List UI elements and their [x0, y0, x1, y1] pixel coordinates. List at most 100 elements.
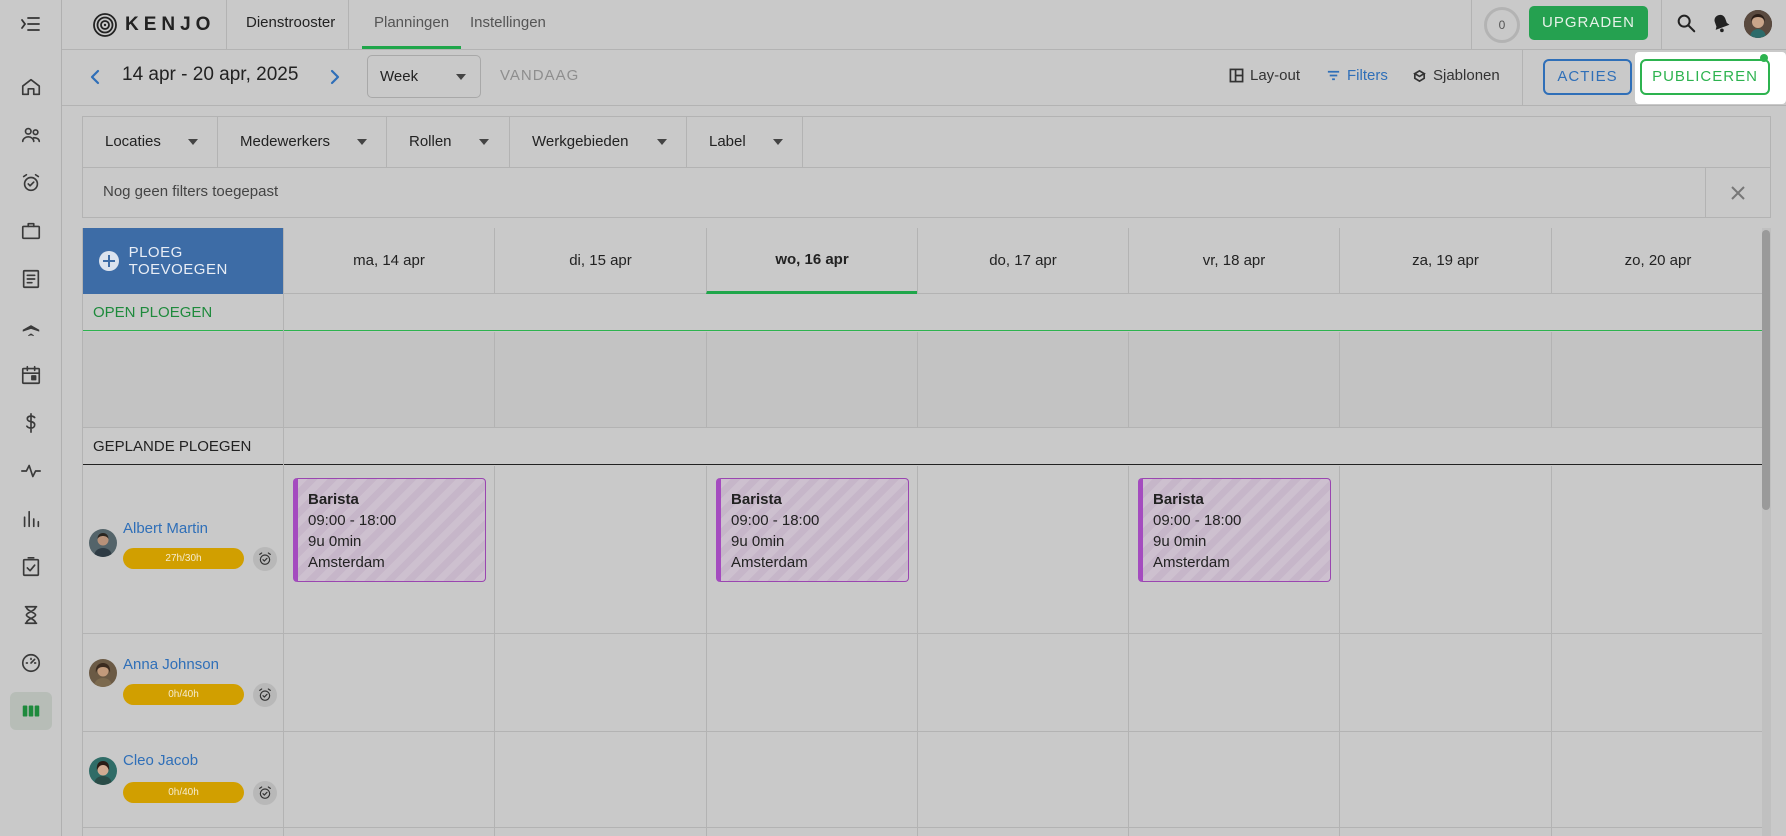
briefcase-icon[interactable]: [10, 212, 52, 250]
header-divider: [226, 0, 227, 50]
filter-bar: Locaties Medewerkers Rollen Werkgebieden…: [82, 116, 1771, 168]
bar-chart-icon[interactable]: [10, 500, 52, 538]
alarm-clock-icon[interactable]: [253, 781, 277, 805]
checklist-icon[interactable]: [10, 548, 52, 586]
header-divider: [1661, 0, 1662, 50]
shift-card[interactable]: Barista 09:00 - 18:00 9u 0min Amsterdam: [293, 478, 486, 582]
chevron-down-icon: [479, 139, 489, 145]
filter-label: Label: [709, 133, 746, 150]
chevron-down-icon: [657, 139, 667, 145]
shift-location: Amsterdam: [308, 554, 385, 571]
filter-label: Locaties: [105, 133, 161, 150]
today-button[interactable]: VANDAAG: [500, 67, 579, 84]
filter-roles[interactable]: Rollen: [387, 117, 510, 167]
search-icon[interactable]: [1675, 12, 1699, 36]
planned-shifts-section: GEPLANDE PLOEGEN: [83, 428, 1764, 465]
bell-icon[interactable]: [1710, 12, 1734, 36]
day-header[interactable]: vr, 18 apr: [1128, 228, 1339, 294]
employee-name[interactable]: Anna Johnson: [123, 656, 219, 673]
day-header-today[interactable]: wo, 16 apr: [706, 228, 917, 294]
home-icon[interactable]: [10, 68, 52, 106]
filter-label: Werkgebieden: [532, 133, 629, 150]
layout-icon: [1229, 68, 1244, 83]
chevron-down-icon: [188, 139, 198, 145]
filter-locations[interactable]: Locaties: [83, 117, 218, 167]
alarm-clock-icon[interactable]: [10, 164, 52, 202]
employee-row: Anna Johnson 0h/40h: [83, 634, 1764, 732]
toolbar-divider: [1522, 50, 1523, 106]
document-icon[interactable]: [10, 260, 52, 298]
templates-icon: [1413, 69, 1426, 83]
filter-work-areas[interactable]: Werkgebieden: [510, 117, 687, 167]
tab-planningen[interactable]: Planningen: [362, 0, 462, 49]
day-header[interactable]: di, 15 apr: [494, 228, 706, 294]
shift-role: Barista: [1153, 491, 1204, 508]
dollar-icon[interactable]: [10, 404, 52, 442]
templates-button[interactable]: Sjablonen: [1412, 67, 1500, 84]
templates-label: Sjablonen: [1433, 67, 1500, 84]
avatar[interactable]: [89, 529, 117, 557]
avatar[interactable]: [89, 757, 117, 785]
next-week-button[interactable]: [324, 67, 344, 87]
app-title: Dienstrooster: [246, 14, 336, 31]
avatar[interactable]: [89, 659, 117, 687]
shift-location: Amsterdam: [1153, 554, 1230, 571]
left-sidebar: [0, 0, 62, 836]
day-header[interactable]: za, 19 apr: [1339, 228, 1551, 294]
filter-label: Medewerkers: [240, 133, 331, 150]
calendar-icon[interactable]: [10, 356, 52, 394]
clear-filters-button[interactable]: [1705, 168, 1770, 217]
chevron-down-icon: [773, 139, 783, 145]
shift-time: 09:00 - 18:00: [731, 512, 820, 529]
employee-name[interactable]: Albert Martin: [123, 520, 208, 537]
kenjo-logo[interactable]: KENJO: [92, 12, 215, 38]
previous-week-button[interactable]: [86, 67, 106, 87]
open-shifts-row[interactable]: [83, 332, 1764, 428]
open-shifts-section: OPEN PLOEGEN: [83, 294, 1764, 331]
filter-icon: [1327, 70, 1340, 81]
day-header[interactable]: do, 17 apr: [917, 228, 1128, 294]
view-select-value: Week: [380, 68, 419, 85]
view-select[interactable]: Week: [367, 55, 481, 98]
shift-card[interactable]: Barista 09:00 - 18:00 9u 0min Amsterdam: [716, 478, 909, 582]
airplane-icon[interactable]: [10, 308, 52, 346]
layout-button[interactable]: Lay-out: [1229, 67, 1300, 84]
notification-counter[interactable]: 0: [1484, 7, 1520, 43]
hourglass-icon[interactable]: [10, 596, 52, 634]
day-header[interactable]: ma, 14 apr: [283, 228, 494, 294]
shift-time: 09:00 - 18:00: [308, 512, 397, 529]
employee-name[interactable]: Cleo Jacob: [123, 752, 198, 769]
add-team-button[interactable]: PLOEG TOEVOEGEN: [83, 228, 283, 294]
upgrade-button[interactable]: UPGRADEN: [1529, 6, 1648, 40]
employee-row: Cleo Jacob 0h/40h: [83, 732, 1764, 828]
filter-label-dropdown[interactable]: Label: [687, 117, 803, 167]
publish-highlight: PUBLICEREN: [1635, 52, 1786, 104]
plus-icon: [99, 251, 119, 271]
pulse-icon[interactable]: [10, 452, 52, 490]
people-icon[interactable]: [10, 116, 52, 154]
filter-employees[interactable]: Medewerkers: [218, 117, 387, 167]
alarm-clock-icon[interactable]: [253, 683, 277, 707]
hours-badge: 27h/30h: [123, 548, 244, 569]
header-divider: [348, 0, 349, 50]
column-divider: [706, 332, 707, 428]
header-divider: [1471, 0, 1472, 50]
sidebar-toggle-icon[interactable]: [19, 12, 43, 36]
speedometer-icon[interactable]: [10, 644, 52, 682]
chevron-down-icon: [456, 74, 466, 80]
actions-button[interactable]: ACTIES: [1543, 59, 1632, 95]
shift-card[interactable]: Barista 09:00 - 18:00 9u 0min Amsterdam: [1138, 478, 1331, 582]
publish-button[interactable]: PUBLICEREN: [1640, 59, 1770, 95]
filters-button[interactable]: Filters: [1326, 67, 1388, 84]
shift-time: 09:00 - 18:00: [1153, 512, 1242, 529]
column-divider: [1551, 332, 1552, 428]
filter-label: Rollen: [409, 133, 452, 150]
user-avatar[interactable]: [1744, 10, 1772, 38]
day-header[interactable]: zo, 20 apr: [1551, 228, 1764, 294]
tab-instellingen[interactable]: Instellingen: [458, 0, 558, 49]
alarm-clock-icon[interactable]: [253, 547, 277, 571]
shift-planning-icon[interactable]: [10, 692, 52, 730]
add-team-label: PLOEG TOEVOEGEN: [128, 244, 228, 278]
column-divider: [1339, 332, 1340, 428]
scrollbar-thumb[interactable]: [1762, 230, 1770, 510]
